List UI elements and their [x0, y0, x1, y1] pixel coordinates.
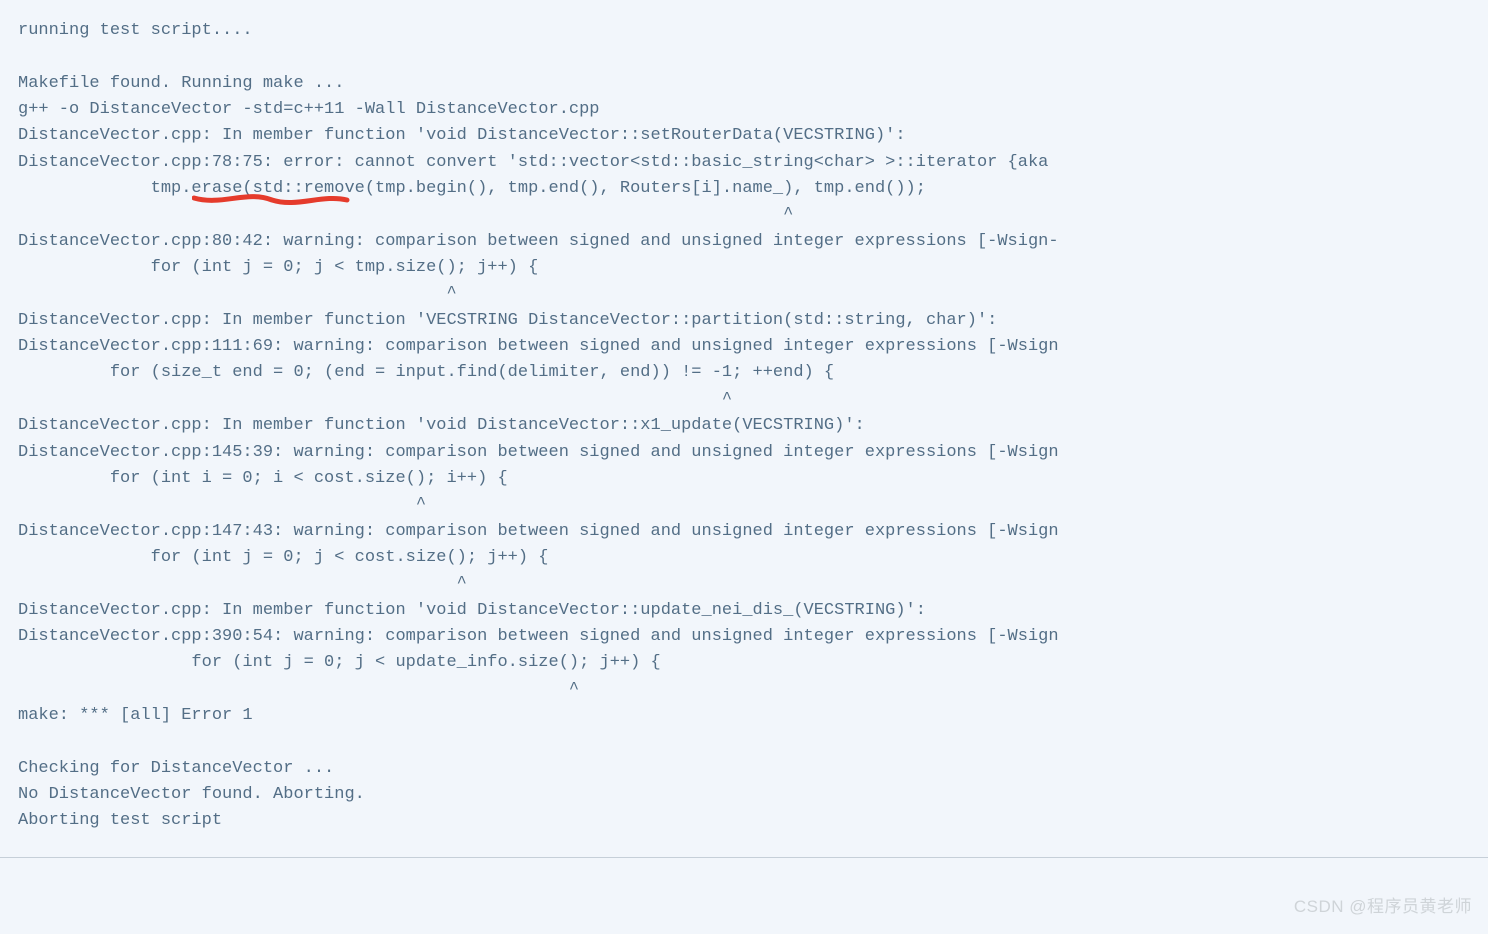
- compiler-output: running test script.... Makefile found. …: [0, 0, 1488, 845]
- watermark: CSDN @程序员黄老师: [1294, 894, 1472, 920]
- divider: [0, 857, 1488, 858]
